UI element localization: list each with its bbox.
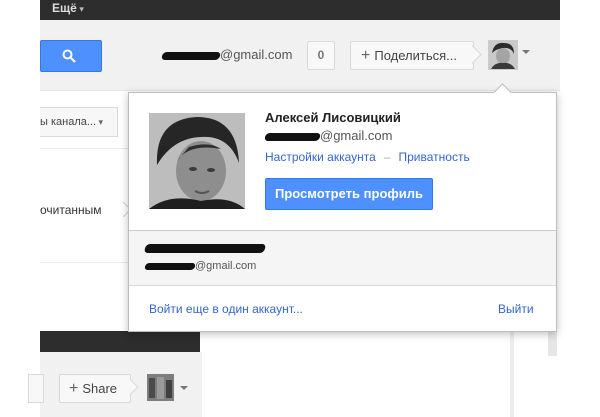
other-account-item[interactable]: [129, 230, 556, 286]
redacted-text: [144, 262, 196, 270]
other-account-email: @gmail.com: [144, 260, 257, 272]
divider: [40, 262, 128, 263]
profile-photo[interactable]: [149, 113, 245, 209]
channels-dropdown[interactable]: ы канала...: [40, 107, 118, 137]
privacy-link[interactable]: Приватность: [399, 150, 470, 164]
plus-icon: +: [361, 47, 371, 64]
top-bar: Ещё: [40, 0, 560, 20]
profile-links: Настройки аккаунта – Приватность: [265, 150, 470, 164]
email-domain: @gmail.com: [320, 128, 393, 143]
notification-count[interactable]: 0: [307, 41, 335, 70]
share-label: Поделиться...: [374, 48, 457, 63]
user-email[interactable]: @gmail.com: [160, 47, 293, 62]
other-account-name: [143, 240, 267, 258]
second-window-share-label: Share: [82, 381, 118, 396]
second-window-topbar: [40, 331, 200, 352]
search-icon: [62, 49, 76, 63]
share-button[interactable]: + Поделиться...: [350, 41, 474, 70]
email-domain: @gmail.com: [220, 47, 293, 62]
avatar[interactable]: [488, 40, 518, 70]
redacted-text: [263, 132, 322, 141]
redacted-text: [143, 244, 267, 254]
plus-icon: +: [69, 380, 79, 397]
search-button[interactable]: [40, 40, 102, 72]
link-separator: –: [383, 150, 391, 164]
add-account-link[interactable]: Войти еще в один аккаунт...: [149, 302, 303, 316]
second-window-avatar[interactable]: [147, 374, 174, 401]
profile-name: Алексей Лисовицкий: [265, 110, 401, 125]
email-domain: @gmail.com: [195, 260, 257, 272]
view-profile-button[interactable]: Просмотреть профиль: [265, 178, 433, 210]
caret-down-icon[interactable]: [522, 50, 530, 54]
redacted-text: [160, 51, 222, 60]
divider: [40, 148, 128, 149]
caret-down-icon[interactable]: [180, 386, 188, 390]
more-menu[interactable]: Ещё: [52, 1, 84, 15]
second-window-left-button[interactable]: [28, 374, 44, 403]
sign-out-link[interactable]: Выйти: [498, 302, 534, 316]
second-window-share-button[interactable]: + Share: [59, 374, 131, 403]
divider: [510, 330, 514, 417]
profile-email: @gmail.com: [263, 128, 393, 143]
account-settings-link[interactable]: Настройки аккаунта: [265, 150, 376, 164]
header: [40, 20, 560, 91]
